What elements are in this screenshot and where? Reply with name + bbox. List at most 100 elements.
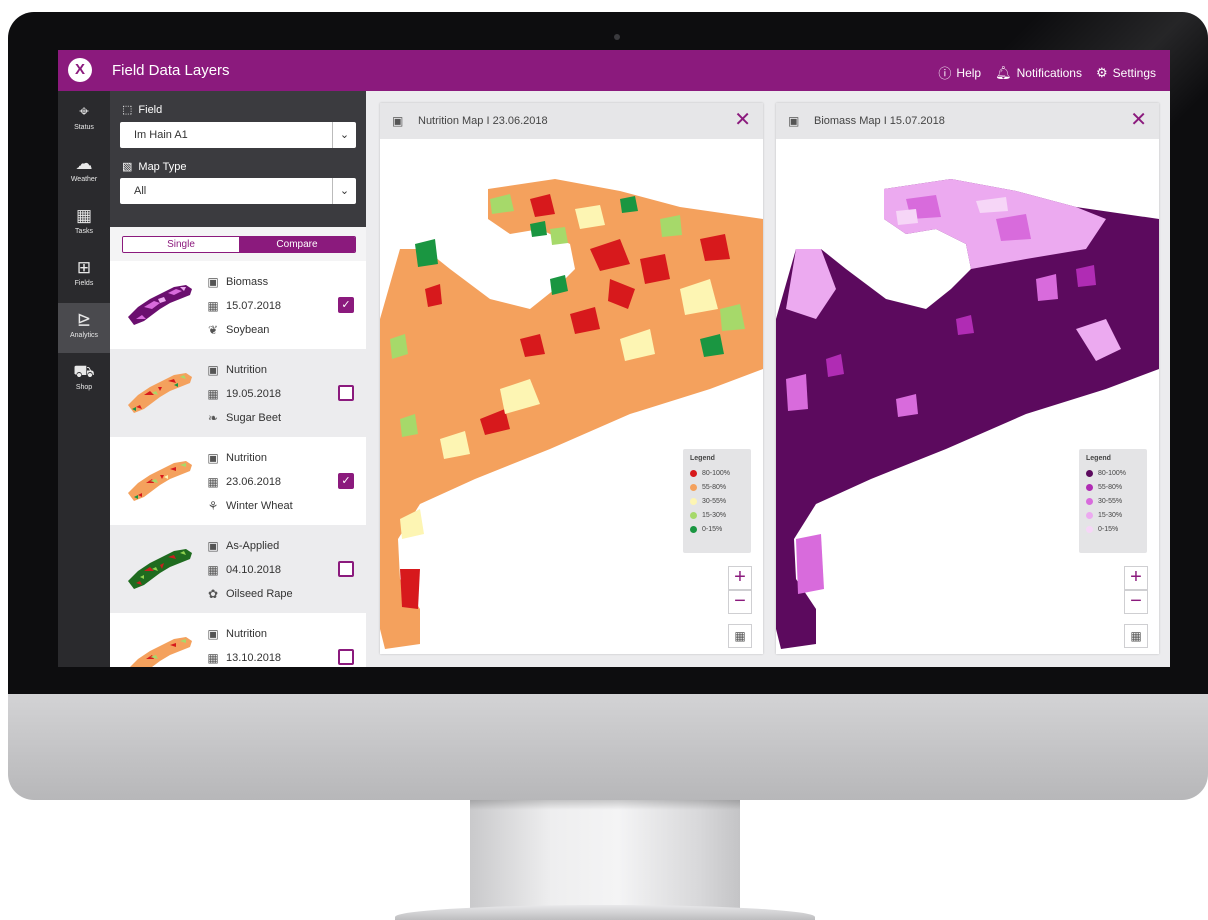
legend-item: 80-100% <box>690 466 751 480</box>
calendar-icon: ▦ <box>207 475 219 489</box>
nav-label: Shop <box>75 384 93 391</box>
legend-label: 30-55% <box>1098 497 1123 505</box>
stand-shadow <box>470 800 740 810</box>
nav-label: Tasks <box>75 228 93 235</box>
layer-type: ▣ Nutrition <box>206 627 267 641</box>
layer-date-text: 15.07.2018 <box>226 300 282 312</box>
zone-patch <box>786 374 808 411</box>
map-type-select[interactable]: All ⌄ <box>120 178 356 204</box>
field-boundary-icon: ⬚ <box>122 104 133 116</box>
nav-item-tasks[interactable]: ▦ Tasks <box>58 199 110 249</box>
layer-type-text: As-Applied <box>226 540 280 552</box>
close-icon[interactable]: ✕ <box>734 110 751 130</box>
layer-item[interactable]: ▣ Nutrition ▦ 19.05.2018 ❧ Sugar Beet <box>110 349 366 437</box>
layer-crop: ✿ Oilseed Rape <box>206 587 293 601</box>
map-layer-icon: ▣ <box>788 114 800 128</box>
filters: ⬚ Field Im Hain A1 ⌄ ▧ Map Type All ⌄ <box>110 91 366 227</box>
legend-swatch <box>1086 525 1093 533</box>
calendar-map-button[interactable]: ▦ <box>1124 624 1148 648</box>
chevron-down-icon[interactable]: ⌄ <box>332 178 356 204</box>
oilseed-rape-icon: ✿ <box>207 587 219 601</box>
zoom-in-button[interactable]: + <box>1124 566 1148 590</box>
nav-item-fields[interactable]: ⊞ Fields <box>58 251 110 301</box>
close-icon[interactable]: ✕ <box>1130 110 1147 130</box>
field-select[interactable]: Im Hain A1 ⌄ <box>120 122 356 148</box>
map-legend: Legend 80-100% 55-80% 30-55% 15-30% 0-15… <box>1079 449 1147 553</box>
camera-dot <box>614 34 620 40</box>
zoom-in-button[interactable]: + <box>728 566 752 590</box>
nutrition-field-map[interactable] <box>380 139 763 654</box>
layer-item[interactable]: ▣ Biomass ▦ 15.07.2018 ❦ Soybean ✓ <box>110 261 366 349</box>
single-mode-button[interactable]: Single <box>123 237 239 252</box>
map-card-header: ▣ Nutrition Map I 23.06.2018 ✕ <box>380 103 763 139</box>
calendar-map-button[interactable]: ▦ <box>728 624 752 648</box>
zoom-out-button[interactable]: − <box>1124 590 1148 614</box>
layer-item[interactable]: ▣ Nutrition ▦ 13.10.2018 <box>110 613 366 667</box>
legend-swatch <box>690 525 697 533</box>
legend-title: Legend <box>690 455 715 462</box>
legend-swatch <box>1086 483 1093 491</box>
layer-type-text: Nutrition <box>226 628 267 640</box>
nav-item-shop[interactable]: ⛟ Shop <box>58 355 110 405</box>
calendar-icon: ▦ <box>207 299 219 313</box>
map-pin-icon: ⌖ <box>79 102 89 121</box>
legend-item: 55-80% <box>690 480 751 494</box>
calendar-icon: ▦ <box>734 629 746 643</box>
layer-checkbox[interactable]: ✓ <box>338 297 354 313</box>
legend-label: 15-30% <box>702 511 727 519</box>
legend-title: Legend <box>1086 455 1111 462</box>
layer-checkbox[interactable] <box>338 649 354 665</box>
layer-type-text: Nutrition <box>226 452 267 464</box>
notifications-label: Notifications <box>1016 65 1082 80</box>
layers-panel: ⬚ Field Im Hain A1 ⌄ ▧ Map Type All ⌄ Si… <box>110 91 366 667</box>
cloud-sun-icon: ☁ <box>75 154 93 173</box>
legend-swatch <box>690 497 697 505</box>
help-button[interactable]: ⓘ Help <box>938 63 981 82</box>
nav-item-status[interactable]: ⌖ Status <box>58 95 110 145</box>
layer-item[interactable]: ▣ Nutrition ▦ 23.06.2018 ⚘ Winter Wheat … <box>110 437 366 525</box>
side-navigation: ⌖ Status ☁ Weather ▦ Tasks ⊞ Fields ⊵ An… <box>58 91 110 667</box>
layer-date: ▦ 15.07.2018 <box>206 299 281 313</box>
layer-item[interactable]: ▣ As-Applied ▦ 04.10.2018 ✿ Oilseed Rape <box>110 525 366 613</box>
layer-date-text: 23.06.2018 <box>226 476 282 488</box>
calendar-icon: ▦ <box>207 651 219 665</box>
map-layer-icon: ▣ <box>207 627 219 641</box>
layer-thumbnail <box>128 285 192 325</box>
layer-crop-text: Oilseed Rape <box>226 588 293 600</box>
legend-swatch <box>690 469 697 477</box>
app-logo-icon[interactable]: X <box>68 58 92 82</box>
compare-mode-button[interactable]: Compare <box>239 237 355 252</box>
field-select-value: Im Hain A1 <box>134 129 188 141</box>
nav-item-weather[interactable]: ☁ Weather <box>58 147 110 197</box>
layer-crop: ❦ Soybean <box>206 323 269 337</box>
layer-thumbnail <box>128 549 192 589</box>
legend-swatch <box>1086 469 1093 477</box>
zone-patch <box>400 569 420 609</box>
layer-checkbox[interactable] <box>338 385 354 401</box>
legend-item: 15-30% <box>1086 508 1147 522</box>
layer-thumbnail <box>128 373 192 413</box>
layer-type: ▣ Nutrition <box>206 451 267 465</box>
nutrition-map-card: ▣ Nutrition Map I 23.06.2018 ✕ Legend 80… <box>380 103 763 654</box>
layer-crop-text: Winter Wheat <box>226 500 293 512</box>
layer-checkbox[interactable] <box>338 561 354 577</box>
map-type-select-value: All <box>134 185 147 197</box>
app-screen: X Field Data Layers ⓘ Help 🔔︎ Notificati… <box>58 50 1170 667</box>
layer-date-text: 04.10.2018 <box>226 564 282 576</box>
layer-checkbox[interactable]: ✓ <box>338 473 354 489</box>
legend-label: 55-80% <box>702 483 727 491</box>
sugar-beet-icon: ❧ <box>207 411 219 425</box>
legend-item: 80-100% <box>1086 466 1147 480</box>
legend-item: 30-55% <box>1086 494 1147 508</box>
biomass-field-map[interactable] <box>776 139 1159 654</box>
calendar-icon: ▦ <box>207 563 219 577</box>
settings-button[interactable]: ⚙ Settings <box>1096 63 1156 82</box>
zoom-out-button[interactable]: − <box>728 590 752 614</box>
settings-label: Settings <box>1112 65 1156 80</box>
zone-patch <box>896 209 918 225</box>
chevron-down-icon[interactable]: ⌄ <box>332 122 356 148</box>
notifications-button[interactable]: 🔔︎ Notifications <box>995 63 1082 82</box>
nav-item-analytics[interactable]: ⊵ Analytics <box>58 303 110 353</box>
layer-date: ▦ 23.06.2018 <box>206 475 281 489</box>
map-layer-icon: ▣ <box>207 275 219 289</box>
